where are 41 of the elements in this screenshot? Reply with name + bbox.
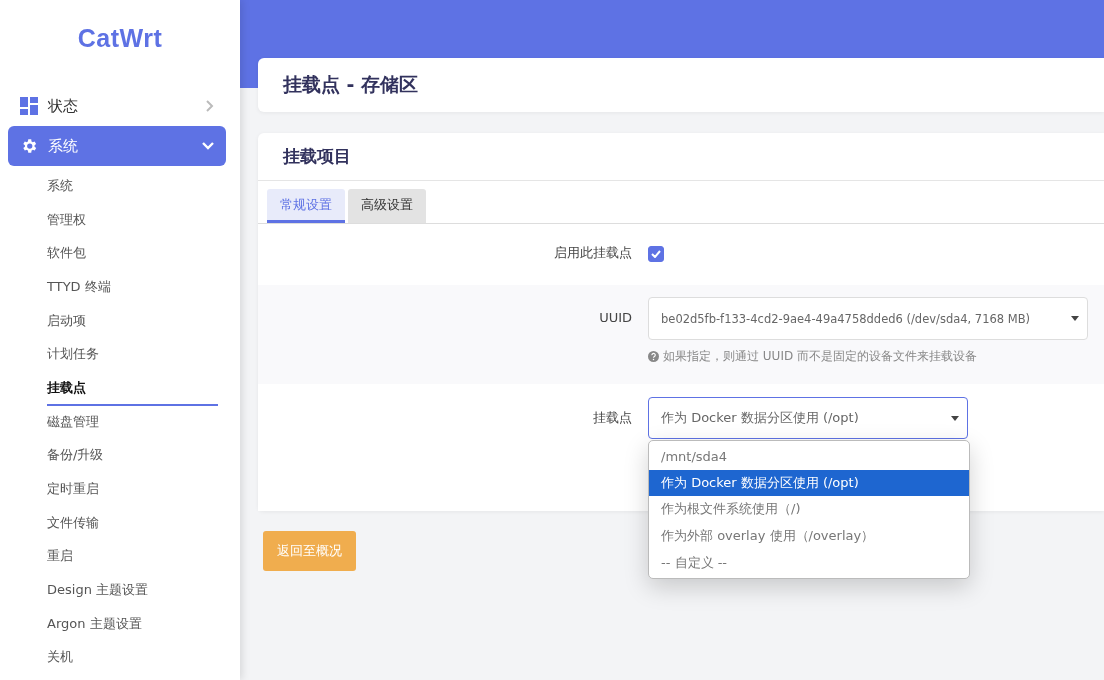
dropdown-arrow-icon — [1071, 316, 1079, 321]
field-label: UUID — [598, 309, 633, 327]
select-field[interactable]: 作为 Docker 数据分区使用 (/opt) — [648, 397, 968, 439]
sidebar-subitem[interactable]: Design 主题设置 — [47, 574, 218, 608]
select-field[interactable]: be02d5fb-f133-4cd2-9ae4-49a4758dded6 (/dev/sda4, 7168 MB) — [648, 297, 1088, 340]
sidebar-subitem[interactable]: 系统 — [47, 170, 218, 204]
help-icon — [648, 351, 659, 362]
sidebar-menu-item[interactable]: 状态 — [8, 86, 226, 126]
tab[interactable]: 高级设置 — [348, 189, 426, 223]
sidebar-subitem[interactable]: 软件包 — [47, 237, 218, 272]
sidebar-subitem[interactable]: Argon 主题设置 — [47, 607, 218, 642]
sidebar-subitem[interactable]: 文件传输 — [47, 506, 218, 541]
sidebar-subitem[interactable]: 备份/升级 — [47, 439, 218, 474]
dropdown-arrow-icon — [951, 415, 959, 421]
sidebar-subitem[interactable]: TTYD 终端 — [47, 271, 218, 305]
checkbox[interactable] — [648, 246, 664, 262]
dropdown-option[interactable]: 作为外部 overlay 使用（/overlay） — [649, 522, 969, 550]
sidebar-subitem[interactable]: 关机 — [47, 641, 218, 676]
sidebar-subitem[interactable]: 启动项 — [47, 304, 218, 339]
sidebar-subitem[interactable]: 定时重启 — [47, 473, 218, 507]
chevron-down-icon — [202, 142, 214, 150]
logo: CatWrt — [76, 24, 164, 53]
section-title: 挂载项目 — [258, 133, 1104, 181]
hint-text: 如果指定，则通过 UUID 而不是固定的设备文件来挂载设备 — [663, 348, 977, 365]
check-icon — [651, 250, 661, 258]
sidebar-menu-item[interactable]: 系统 — [8, 126, 226, 166]
dropdown-option[interactable]: -- 自定义 -- — [649, 549, 969, 576]
field-label: 启用此挂载点 — [553, 244, 633, 262]
dropdown-option[interactable]: 作为根文件系统使用（/) — [649, 496, 969, 523]
dropdown-option[interactable]: /mnt/sda4 — [649, 443, 969, 470]
tab[interactable]: 常规设置 — [267, 189, 345, 223]
sidebar-subitem[interactable]: 计划任务 — [47, 338, 218, 373]
dropdown-option[interactable]: 作为 Docker 数据分区使用 (/opt) — [649, 469, 969, 497]
field-label: 挂载点 — [592, 409, 633, 427]
sidebar-subitem[interactable]: 管理权 — [47, 203, 218, 238]
dashboard-icon — [20, 97, 38, 115]
sidebar-subitem[interactable]: 重启 — [47, 540, 218, 575]
page-title: 挂载点 - 存储区 — [281, 72, 420, 97]
sidebar-subitem[interactable]: 磁盘管理 — [47, 405, 218, 440]
sidebar-subitem[interactable]: 挂载点 — [47, 372, 218, 406]
chevron-right-icon — [206, 100, 214, 112]
